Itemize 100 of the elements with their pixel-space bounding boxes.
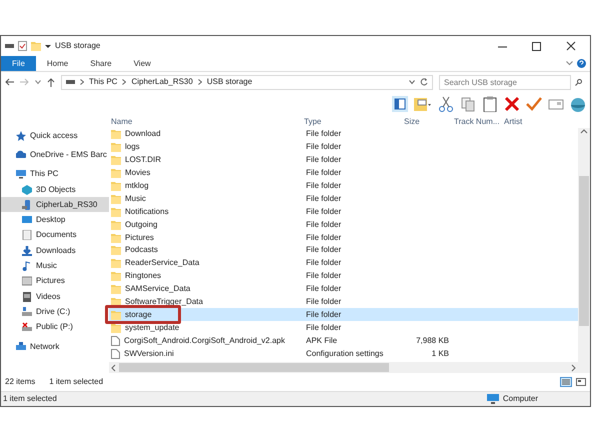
ribbon-tab[interactable]: Home xyxy=(36,56,80,71)
column-header[interactable]: Name xyxy=(109,116,302,128)
download-arrow-icon xyxy=(22,246,32,256)
recent-dropdown-icon[interactable] xyxy=(35,80,41,84)
file-row[interactable]: Outgoing File folder xyxy=(109,218,578,232)
file-row[interactable]: system_update File folder xyxy=(109,321,578,334)
file-row[interactable]: Ringtones File folder xyxy=(109,270,578,283)
breadcrumb-link[interactable]: This PC xyxy=(89,76,118,88)
file-name: system_update xyxy=(125,322,180,334)
folder-icon xyxy=(111,155,121,166)
file-row[interactable]: CorgiSoft_Android.CorgiSoft_Android_v2.apk APK File 7,988 KB xyxy=(109,334,578,348)
file-type: Configuration settings xyxy=(305,348,384,360)
checkmark-icon[interactable] xyxy=(526,96,542,112)
properties-folder-icon[interactable] xyxy=(414,96,432,112)
file-name: Music xyxy=(125,192,146,205)
column-header[interactable]: Type xyxy=(302,116,402,128)
file-row[interactable]: SoftwareTrigger_Data File folder xyxy=(109,296,578,308)
sidebar-item[interactable]: Quick access xyxy=(1,128,109,144)
layout-pane-icon[interactable] xyxy=(392,96,408,112)
file-row[interactable]: SAMService_Data File folder xyxy=(109,282,578,296)
cloud-icon xyxy=(16,150,26,160)
file-type: File folder xyxy=(305,296,342,308)
file-type: File folder xyxy=(305,283,342,296)
picture-icon xyxy=(22,276,32,286)
sidebar-item[interactable]: This PC xyxy=(1,166,109,182)
sidebar-item[interactable]: Videos xyxy=(1,288,109,304)
file-row[interactable]: Podcasts File folder xyxy=(109,244,578,257)
file-name: Pictures xyxy=(125,232,154,244)
back-arrow-icon[interactable] xyxy=(5,78,14,86)
copy-icon[interactable] xyxy=(460,96,476,112)
music-note-icon xyxy=(22,261,32,272)
scrollbar-thumb[interactable] xyxy=(579,176,589,326)
folder-icon xyxy=(111,232,121,243)
file-type: File folder xyxy=(305,128,342,140)
desktop-icon xyxy=(22,215,32,226)
address-bar[interactable]: This PC CipherLab_RS30 USB storage xyxy=(61,74,433,90)
file-name: SoftwareTrigger_Data xyxy=(125,296,203,308)
drive-icon[interactable] xyxy=(5,43,14,49)
file-row[interactable]: SWVersion.ini Configuration settings 1 KB xyxy=(109,347,578,360)
sidebar-item[interactable]: 3D Objects xyxy=(1,182,109,198)
file-type: File folder xyxy=(305,206,342,218)
sidebar-item[interactable]: Desktop xyxy=(1,212,109,228)
sidebar-item[interactable]: Public (P:) xyxy=(1,320,109,335)
file-row[interactable]: Music File folder xyxy=(109,192,578,206)
sidebar-item[interactable]: Drive (C:) xyxy=(1,304,109,320)
file-row[interactable]: mtklog File folder xyxy=(109,180,578,192)
ribbon-tab[interactable]: File xyxy=(1,56,36,71)
file-row[interactable]: Notifications File folder xyxy=(109,205,578,218)
expand-icon[interactable] xyxy=(566,61,573,66)
sidebar-item[interactable]: Music xyxy=(1,258,109,274)
column-header[interactable]: Size xyxy=(402,116,452,128)
file-name: SAMService_Data xyxy=(125,283,190,296)
file-name: Notifications xyxy=(125,206,169,218)
file-row[interactable]: Pictures File folder xyxy=(109,231,578,244)
clipboard-icon[interactable] xyxy=(482,96,498,112)
search-icon[interactable] xyxy=(575,78,582,86)
film-icon xyxy=(22,292,32,302)
breadcrumb-link[interactable]: CipherLab_RS30 xyxy=(131,76,193,88)
properties-icon[interactable] xyxy=(18,41,27,51)
details-view-icon[interactable] xyxy=(560,377,572,387)
file-size: 7,988 KB xyxy=(415,334,450,347)
scroll-up-icon[interactable] xyxy=(578,128,590,136)
monitor-icon xyxy=(16,169,26,180)
sidebar-item[interactable]: Pictures xyxy=(1,274,109,289)
selection-count: 1 item selected xyxy=(49,376,104,388)
help-icon[interactable] xyxy=(577,59,586,68)
column-header[interactable]: Track Num... xyxy=(452,116,502,128)
sidebar-item[interactable]: Network xyxy=(1,338,109,354)
ribbon-tab[interactable]: View xyxy=(122,56,162,71)
sidebar-item[interactable]: OneDrive - EMS Barc xyxy=(1,147,109,163)
column-header[interactable]: Artist xyxy=(502,116,590,128)
dropdown-icon[interactable] xyxy=(45,43,51,49)
file-row[interactable]: Movies File folder xyxy=(109,166,578,180)
breadcrumb-link[interactable]: USB storage xyxy=(206,76,252,88)
file-row[interactable]: LOST.DIR File folder xyxy=(109,154,578,167)
folder-icon xyxy=(111,142,121,152)
chevron-icon[interactable] xyxy=(122,79,126,85)
file-type: File folder xyxy=(305,232,342,244)
file-name: logs xyxy=(125,141,140,154)
search-field[interactable]: Search USB storage xyxy=(439,74,571,90)
up-arrow-icon[interactable] xyxy=(47,78,55,86)
cut-icon[interactable] xyxy=(438,96,454,112)
scrollbar-thumb[interactable] xyxy=(119,363,389,372)
refresh-icon[interactable] xyxy=(420,78,428,86)
sidebar-item[interactable]: CipherLab_RS30 xyxy=(1,197,109,212)
tiles-view-icon[interactable] xyxy=(576,377,586,387)
file-name: SWVersion.ini xyxy=(124,348,174,360)
file-row[interactable]: Download File folder xyxy=(109,128,578,141)
file-row[interactable]: ReaderService_Data File folder xyxy=(109,256,578,270)
chevron-icon[interactable] xyxy=(80,79,84,85)
delete-icon[interactable] xyxy=(504,96,520,112)
chevron-icon[interactable] xyxy=(198,79,202,85)
folder-icon xyxy=(111,284,121,294)
folder-icon xyxy=(111,194,121,204)
dropdown-icon[interactable] xyxy=(409,80,415,84)
sidebar-item[interactable]: Documents xyxy=(1,228,109,244)
ribbon-tab[interactable]: Share xyxy=(79,56,123,71)
file-row[interactable]: logs File folder xyxy=(109,140,578,154)
globe-icon[interactable] xyxy=(570,96,586,112)
sidebar-item[interactable]: Downloads xyxy=(1,243,109,258)
